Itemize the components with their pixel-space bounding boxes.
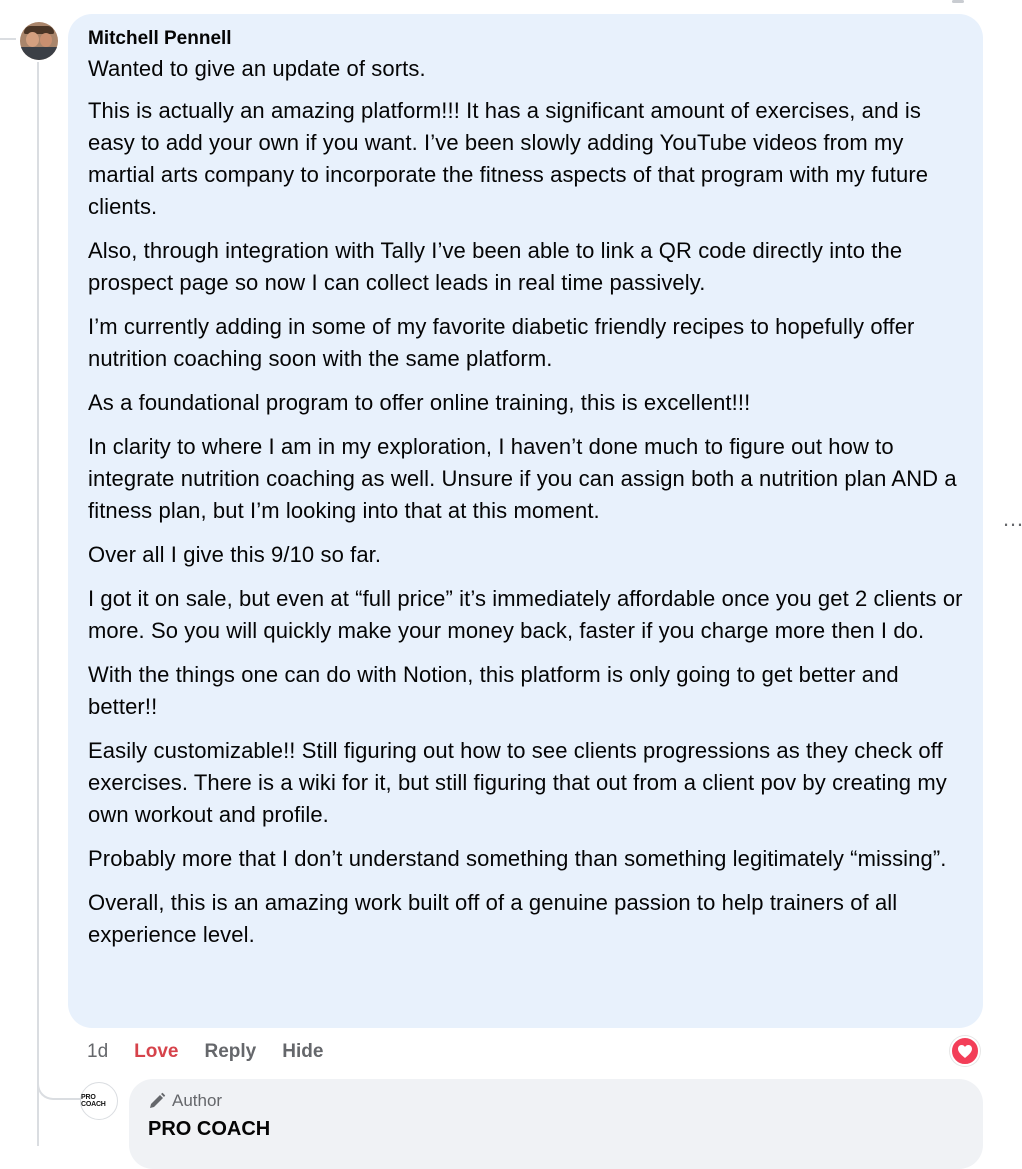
author-badge-label: Author xyxy=(172,1091,223,1110)
comment-actions: 1d Love Reply Hide xyxy=(87,1040,349,1064)
author-badge: Author xyxy=(148,1091,964,1111)
comment-paragraph: As a foundational program to offer onlin… xyxy=(88,390,751,415)
comment-paragraph: Wanted to give an update of sorts. xyxy=(88,56,426,81)
comment-timestamp[interactable]: 1d xyxy=(87,1041,108,1063)
comment-paragraph: This is actually an amazing platform!!! … xyxy=(88,98,929,219)
love-button[interactable]: Love xyxy=(134,1041,178,1063)
comment-paragraph: Also, through integration with Tally I’v… xyxy=(88,238,903,295)
comment-paragraph: Probably more that I don’t understand so… xyxy=(88,846,947,871)
avatar[interactable] xyxy=(20,22,58,60)
reply-button[interactable]: Reply xyxy=(205,1041,257,1063)
comment-paragraph: Overall, this is an amazing work built o… xyxy=(88,890,898,947)
avatar-photo-detail xyxy=(20,47,58,60)
hide-button[interactable]: Hide xyxy=(282,1041,323,1063)
comment-paragraph: I’m currently adding in some of my favor… xyxy=(88,314,915,371)
comment-author-name[interactable]: Mitchell Pennell xyxy=(88,28,963,50)
comment-paragraph: Easily customizable!! Still figuring out… xyxy=(88,738,947,827)
more-options-icon[interactable]: … xyxy=(1002,508,1022,530)
previous-item-edge xyxy=(952,0,964,3)
pencil-icon xyxy=(150,1092,166,1108)
thread-connector-top xyxy=(0,38,16,40)
comment-paragraph: I got it on sale, but even at “full pric… xyxy=(88,586,963,643)
avatar-photo-detail xyxy=(40,33,52,47)
reply-bubble: Author PRO COACH xyxy=(129,1079,983,1169)
reply-author-name[interactable]: PRO COACH xyxy=(148,1118,964,1141)
comment-paragraph: With the things one can do with Notion, … xyxy=(88,662,899,719)
thread-reply-connector xyxy=(37,1062,81,1100)
avatar-logo-text: PRO COACH xyxy=(81,1094,106,1108)
reaction-badge[interactable] xyxy=(950,1036,980,1066)
comment-paragraph: In clarity to where I am in my explorati… xyxy=(88,434,957,523)
comment-paragraph: Over all I give this 9/10 so far. xyxy=(88,542,382,567)
avatar-photo-detail xyxy=(26,32,39,47)
thread-line xyxy=(37,62,39,1146)
comment-bubble: Mitchell Pennell Wanted to give an updat… xyxy=(68,14,983,1028)
heart-icon xyxy=(958,1044,972,1058)
avatar[interactable]: PRO COACH xyxy=(80,1082,118,1120)
